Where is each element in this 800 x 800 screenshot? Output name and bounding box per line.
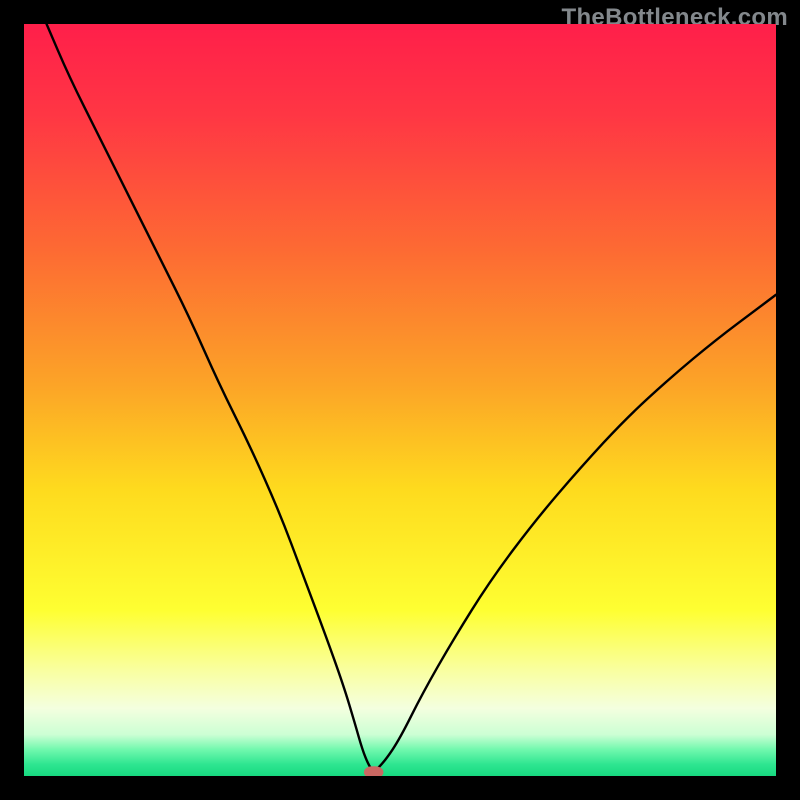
- bottleneck-chart: [24, 24, 776, 776]
- optimal-point-marker: [364, 766, 384, 776]
- chart-stage: TheBottleneck.com: [0, 0, 800, 800]
- gradient-fill-rect: [24, 24, 776, 776]
